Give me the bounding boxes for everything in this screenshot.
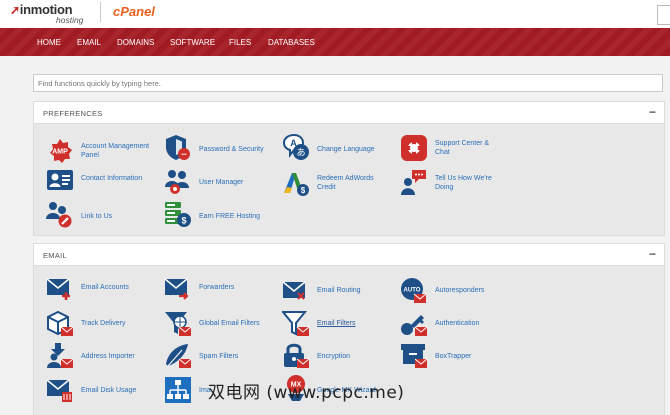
svg-text:あ: あ: [296, 148, 305, 159]
nav-email[interactable]: EMAIL: [77, 38, 101, 47]
item-label: Redeem AdWords Credit: [317, 175, 374, 191]
spam-filters-icon: [166, 344, 192, 368]
item-label: Spam Filters: [199, 353, 239, 360]
support-lifebuoy-icon: [401, 135, 427, 161]
item-label: Email Filters: [317, 320, 356, 327]
quick-search-input[interactable]: [33, 74, 663, 92]
item-label: Email Routing: [317, 287, 361, 294]
feedback-icon: [401, 170, 426, 195]
logo-divider: [100, 2, 101, 22]
item-label: Address Importer: [81, 353, 135, 360]
item-label: Forwarders: [199, 284, 235, 291]
svg-text:AMP: AMP: [52, 149, 68, 156]
email-accounts-icon: [46, 278, 70, 300]
panel-title: PREFERENCES: [43, 109, 103, 118]
watermark-text: 双电网 (www.pcpc.me): [208, 383, 405, 403]
authentication-key-icon: [401, 315, 428, 336]
top-bar: ➚inmotion hosting cPanel: [0, 0, 670, 28]
svg-text:$: $: [181, 216, 186, 226]
email-filters-icon: [282, 311, 310, 336]
item-label: Link to Us: [81, 213, 113, 220]
preferences-panel: PREFERENCES − AMP Account Management Pan…: [33, 101, 665, 236]
address-importer-icon: [47, 343, 74, 368]
nav-home[interactable]: HOME: [37, 38, 61, 47]
search-box-edge[interactable]: [657, 5, 670, 25]
item-label: Change Language: [317, 146, 375, 153]
main-navbar: HOME EMAIL DOMAINS SOFTWARE FILES DATABA…: [0, 28, 670, 56]
panel-title: EMAIL: [43, 251, 68, 260]
email-routing-icon: [282, 281, 306, 300]
track-delivery-icon: [47, 310, 74, 336]
item-label: Contact Information: [81, 175, 143, 182]
email-header[interactable]: EMAIL −: [34, 244, 664, 266]
svg-text:AUTO: AUTO: [404, 288, 421, 294]
svg-text:•••: •••: [181, 152, 187, 158]
autoresponders-icon: AUTO: [401, 278, 427, 303]
cpanel-logo[interactable]: cPanel: [113, 4, 155, 19]
imap-archive-icon: [165, 377, 191, 403]
logo-sub-text: hosting: [56, 15, 84, 25]
item-label: Global Email Filters: [199, 320, 260, 327]
item-label: Email Disk Usage: [81, 387, 137, 394]
boxtrapper-icon: [401, 344, 428, 368]
item-label: User Manager: [199, 179, 244, 186]
item-label: Password & Security: [199, 146, 264, 153]
server-dollar-icon: $: [165, 202, 191, 227]
item-label: Autoresponders: [435, 287, 485, 294]
item-label: Tell Us How We're Doing: [435, 175, 492, 191]
item-label: Account Management Panel: [81, 143, 150, 159]
nav-files[interactable]: FILES: [229, 38, 251, 47]
user-manager-icon: [165, 170, 189, 194]
amp-icon: AMP: [50, 139, 72, 163]
item-label: BoxTrapper: [435, 353, 472, 360]
email-disk-usage-icon: [46, 379, 72, 402]
item-label: Email Accounts: [81, 284, 129, 291]
item-label: Earn FREE Hosting: [199, 213, 261, 220]
nav-domains[interactable]: DOMAINS: [117, 38, 154, 47]
global-filters-icon: [165, 312, 192, 336]
nav-software[interactable]: SOFTWARE: [170, 38, 215, 47]
encryption-lock-icon: [284, 343, 310, 368]
item-label: Support Center & Chat: [435, 140, 490, 156]
svg-text:$: $: [301, 186, 306, 195]
item-label: Encryption: [317, 353, 351, 360]
shield-lock-icon: •••: [166, 135, 190, 160]
language-icon: A あ: [282, 133, 309, 160]
collapse-icon[interactable]: −: [649, 247, 656, 261]
collapse-icon[interactable]: −: [649, 105, 656, 119]
forwarders-icon: [164, 278, 189, 300]
item-label: Track Delivery: [81, 320, 126, 327]
link-users-icon: [46, 202, 72, 228]
contact-card-icon: [47, 170, 73, 190]
preferences-header[interactable]: PREFERENCES −: [34, 102, 664, 124]
item-label: Authentication: [435, 320, 480, 327]
nav-databases[interactable]: DATABASES: [268, 38, 315, 47]
adwords-icon: $: [284, 173, 309, 196]
